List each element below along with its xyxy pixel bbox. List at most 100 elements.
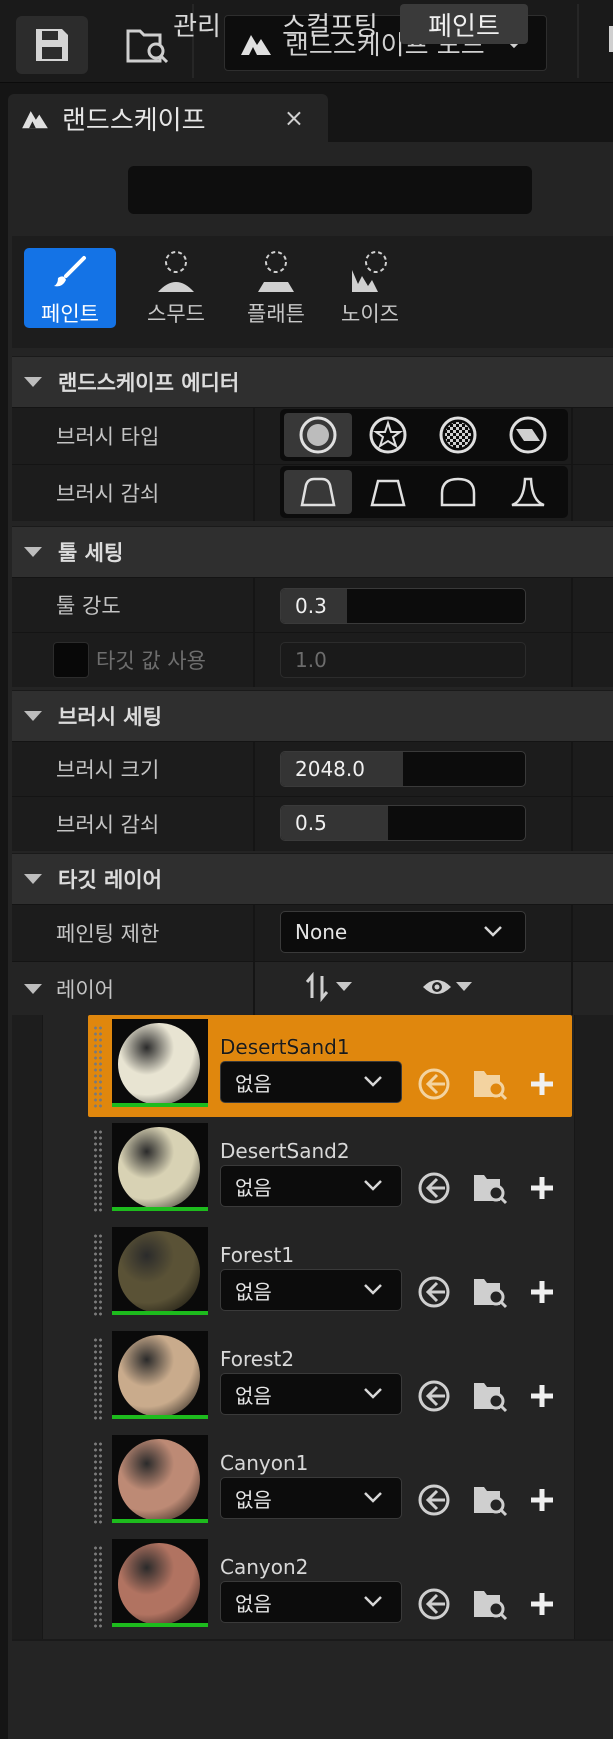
use-selected-asset-button[interactable] xyxy=(414,1169,454,1207)
plus-icon xyxy=(531,1281,553,1303)
painting-restriction-dropdown[interactable]: None xyxy=(280,911,526,953)
layer-thumbnail xyxy=(112,1019,208,1107)
layer-blend-dropdown[interactable]: 없음 xyxy=(220,1165,402,1207)
create-layer-info-button[interactable] xyxy=(522,1585,562,1623)
drag-handle-icon[interactable] xyxy=(93,1545,103,1629)
use-selected-asset-button[interactable] xyxy=(414,1377,454,1415)
section-brush-settings[interactable]: 브러시 세팅 xyxy=(12,690,613,741)
circle-brush-icon xyxy=(299,416,337,454)
dropdown-value: 없음 xyxy=(235,1071,272,1096)
create-layer-info-button[interactable] xyxy=(522,1481,562,1519)
weight-bar xyxy=(112,1311,208,1315)
browse-asset-button[interactable] xyxy=(470,1169,510,1207)
browse-asset-button[interactable] xyxy=(470,1481,510,1519)
create-layer-info-button[interactable] xyxy=(522,1377,562,1415)
arrow-left-circle-icon xyxy=(418,1484,450,1516)
dropdown-value: None xyxy=(295,920,348,944)
drag-handle-icon[interactable] xyxy=(93,1129,103,1213)
material-sphere xyxy=(118,1231,200,1313)
star-icon xyxy=(369,416,407,454)
layer-name: Forest2 xyxy=(220,1347,295,1371)
layer-thumbnail xyxy=(112,1123,208,1211)
use-target-value-checkbox[interactable] xyxy=(53,642,89,678)
falloff-linear[interactable] xyxy=(354,470,422,514)
layer-blend-dropdown[interactable]: 없음 xyxy=(220,1373,402,1415)
row-label: 레이어 xyxy=(56,978,114,1002)
column-splitter xyxy=(571,408,573,464)
layer-row[interactable]: DesertSand2 없음 xyxy=(88,1119,572,1221)
layer-row[interactable]: Canyon2 없음 xyxy=(88,1535,572,1637)
tab-paint[interactable]: 페인트 xyxy=(400,4,528,44)
drag-handle-icon[interactable] xyxy=(93,1441,103,1525)
falloff-spherical[interactable] xyxy=(424,470,492,514)
layer-thumbnail xyxy=(112,1227,208,1315)
brush-size-field[interactable]: 2048.0 xyxy=(280,751,526,787)
tool-flatten[interactable]: 플래튼 xyxy=(230,248,322,328)
collapse-triangle-icon xyxy=(24,874,42,884)
use-selected-asset-button[interactable] xyxy=(414,1585,454,1623)
use-selected-asset-button[interactable] xyxy=(414,1273,454,1311)
browse-asset-button[interactable] xyxy=(470,1065,510,1103)
drag-handle-icon[interactable] xyxy=(93,1337,103,1421)
layer-thumbnail xyxy=(112,1435,208,1523)
brush-type-component[interactable] xyxy=(494,413,562,457)
collapse-triangle-icon[interactable] xyxy=(24,984,42,994)
use-selected-asset-button[interactable] xyxy=(414,1481,454,1519)
section-title: 브러시 세팅 xyxy=(58,705,162,729)
landscape-tab[interactable]: 랜드스케이프 × xyxy=(8,94,328,142)
create-layer-info-button[interactable] xyxy=(522,1273,562,1311)
brush-type-group xyxy=(280,409,568,461)
close-icon[interactable]: × xyxy=(284,104,304,132)
plus-icon xyxy=(531,1593,553,1615)
tool-paint[interactable]: 페인트 xyxy=(24,248,116,328)
layer-visibility-button[interactable] xyxy=(422,970,482,1004)
material-sphere xyxy=(118,1127,200,1209)
flatten-icon xyxy=(258,251,294,292)
layer-blend-dropdown[interactable]: 없음 xyxy=(220,1269,402,1311)
layer-name: Forest1 xyxy=(220,1243,295,1267)
layer-row[interactable]: DesertSand1 없음 xyxy=(88,1015,572,1117)
layer-row[interactable]: Forest2 없음 xyxy=(88,1327,572,1429)
layer-row[interactable]: Canyon1 없음 xyxy=(88,1431,572,1533)
folder-search-icon xyxy=(474,1383,508,1413)
tool-smooth[interactable]: 스무드 xyxy=(130,248,222,328)
layer-blend-dropdown[interactable]: 없음 xyxy=(220,1581,402,1623)
tab-manage[interactable]: 관리 xyxy=(134,4,260,44)
tool-strength-field[interactable]: 0.3 xyxy=(280,588,526,624)
drag-handle-icon[interactable] xyxy=(93,1025,103,1109)
falloff-smooth[interactable] xyxy=(284,470,352,514)
brush-falloff-field[interactable]: 0.5 xyxy=(280,805,526,841)
brush-type-pattern[interactable] xyxy=(424,413,492,457)
drag-handle-icon[interactable] xyxy=(93,1233,103,1317)
tab-sculpt[interactable]: 스컬프팅 xyxy=(262,4,398,44)
brush-type-circle[interactable] xyxy=(284,413,352,457)
browse-asset-button[interactable] xyxy=(470,1377,510,1415)
mode-segmented-control xyxy=(128,166,532,214)
browse-asset-button[interactable] xyxy=(470,1585,510,1623)
falloff-tip[interactable] xyxy=(494,470,562,514)
section-tool-settings[interactable]: 툴 세팅 xyxy=(12,526,613,577)
column-splitter xyxy=(571,797,573,851)
section-landscape-editor[interactable]: 랜드스케이프 에디터 xyxy=(12,356,613,407)
use-selected-asset-button[interactable] xyxy=(414,1065,454,1103)
dropdown-value: 없음 xyxy=(235,1591,272,1616)
section-target-layer[interactable]: 타깃 레이어 xyxy=(12,853,613,904)
caret-down-icon xyxy=(336,982,352,991)
dropdown-value: 없음 xyxy=(235,1383,272,1408)
tool-noise[interactable]: 노이즈 xyxy=(324,248,416,328)
toolbar-overflow-edge xyxy=(609,26,613,52)
create-layer-info-button[interactable] xyxy=(522,1065,562,1103)
layer-row[interactable]: Forest1 없음 xyxy=(88,1223,572,1325)
layer-blend-dropdown[interactable]: 없음 xyxy=(220,1477,402,1519)
layer-blend-dropdown[interactable]: 없음 xyxy=(220,1061,402,1103)
create-layer-info-button[interactable] xyxy=(522,1169,562,1207)
arrow-left-circle-icon xyxy=(418,1588,450,1620)
folder-search-icon xyxy=(474,1175,508,1205)
save-button[interactable] xyxy=(16,16,88,74)
browse-asset-button[interactable] xyxy=(470,1273,510,1311)
row-label: 툴 강도 xyxy=(56,594,121,618)
target-value-field[interactable]: 1.0 xyxy=(280,642,526,678)
brush-type-alpha[interactable] xyxy=(354,413,422,457)
weight-bar xyxy=(112,1519,208,1523)
sort-layers-button[interactable] xyxy=(306,970,362,1004)
